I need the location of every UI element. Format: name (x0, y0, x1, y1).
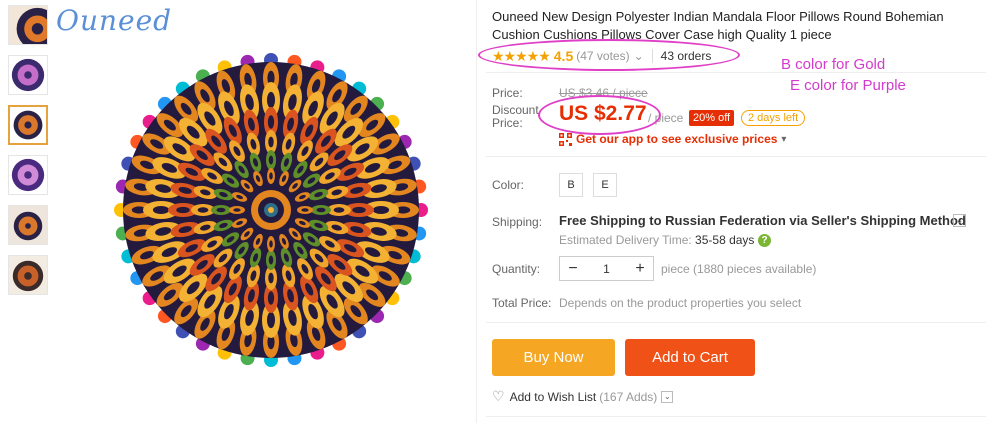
brand-logo: Ouneed (56, 4, 173, 37)
add-to-wishlist[interactable]: ♡ Add to Wish List (167 Adds) ⌄ (492, 388, 674, 405)
color-label: Color: (492, 178, 525, 192)
qty-increase-button[interactable]: + (627, 257, 653, 280)
quantity-label: Quantity: (492, 262, 541, 276)
discount-badge: 20% off (689, 110, 735, 126)
app-promo-text: Get our app to see exclusive prices (576, 132, 778, 146)
qr-code-icon (559, 132, 572, 146)
product-main-image[interactable] (56, 0, 476, 423)
highlight-ellipse-price (538, 95, 661, 135)
total-price-label: Total Price: (492, 296, 552, 310)
total-price-note: Depends on the product properties you se… (559, 296, 802, 310)
thumbnail-6[interactable] (8, 255, 48, 295)
thumbnail-4[interactable] (8, 155, 48, 195)
discount-label-line2: Price: (492, 116, 523, 130)
divider (486, 156, 986, 157)
est-label: Estimated Delivery Time: (559, 233, 692, 247)
annotation-line-1: B color for Gold (781, 56, 886, 73)
qty-input[interactable]: 1 (586, 262, 627, 276)
help-icon[interactable]: ? (758, 234, 771, 247)
qty-decrease-button[interactable]: − (560, 257, 586, 280)
days-left-badge: 2 days left (741, 110, 806, 126)
divider (486, 72, 986, 73)
annotation-line-2: E color for Purple (790, 77, 906, 94)
shipping-label: Shipping: (492, 215, 543, 229)
heart-icon: ♡ (492, 388, 505, 404)
estimated-delivery: Estimated Delivery Time: 35-58 days (559, 233, 754, 247)
color-option-b[interactable]: B (559, 173, 583, 197)
highlight-ellipse-rating (478, 39, 740, 71)
quantity-stepper: − 1 + (559, 256, 654, 281)
thumbnail-strip (8, 5, 50, 305)
thumbnail-3-selected[interactable] (8, 105, 48, 145)
wish-count: (167 Adds) (599, 389, 658, 404)
vertical-divider (476, 0, 477, 423)
chevron-down-icon[interactable]: ⌄ (661, 390, 674, 403)
thumbnail-5[interactable] (8, 205, 48, 245)
buy-now-button[interactable]: Buy Now (492, 339, 615, 376)
product-title: Ouneed New Design Polyester Indian Manda… (492, 9, 944, 42)
price-label: Price: (492, 86, 523, 100)
divider (486, 322, 986, 323)
thumbnail-2[interactable] (8, 55, 48, 95)
wish-label: Add to Wish List (509, 389, 597, 404)
caret-down-icon: ▾ (781, 133, 787, 145)
chevron-down-icon[interactable]: ⌄ (953, 214, 966, 227)
add-to-cart-button[interactable]: Add to Cart (625, 339, 755, 376)
divider (486, 416, 986, 417)
app-promo-link[interactable]: Get our app to see exclusive prices ▾ (559, 132, 786, 146)
color-option-e[interactable]: E (593, 173, 617, 197)
quantity-available: piece (1880 pieces available) (661, 262, 817, 276)
est-value: 35-58 days (695, 233, 755, 247)
shipping-method: Free Shipping to Russian Federation via … (559, 213, 966, 228)
discount-price-label: Discount Price: (492, 104, 539, 130)
thumbnail-1[interactable] (8, 5, 48, 45)
